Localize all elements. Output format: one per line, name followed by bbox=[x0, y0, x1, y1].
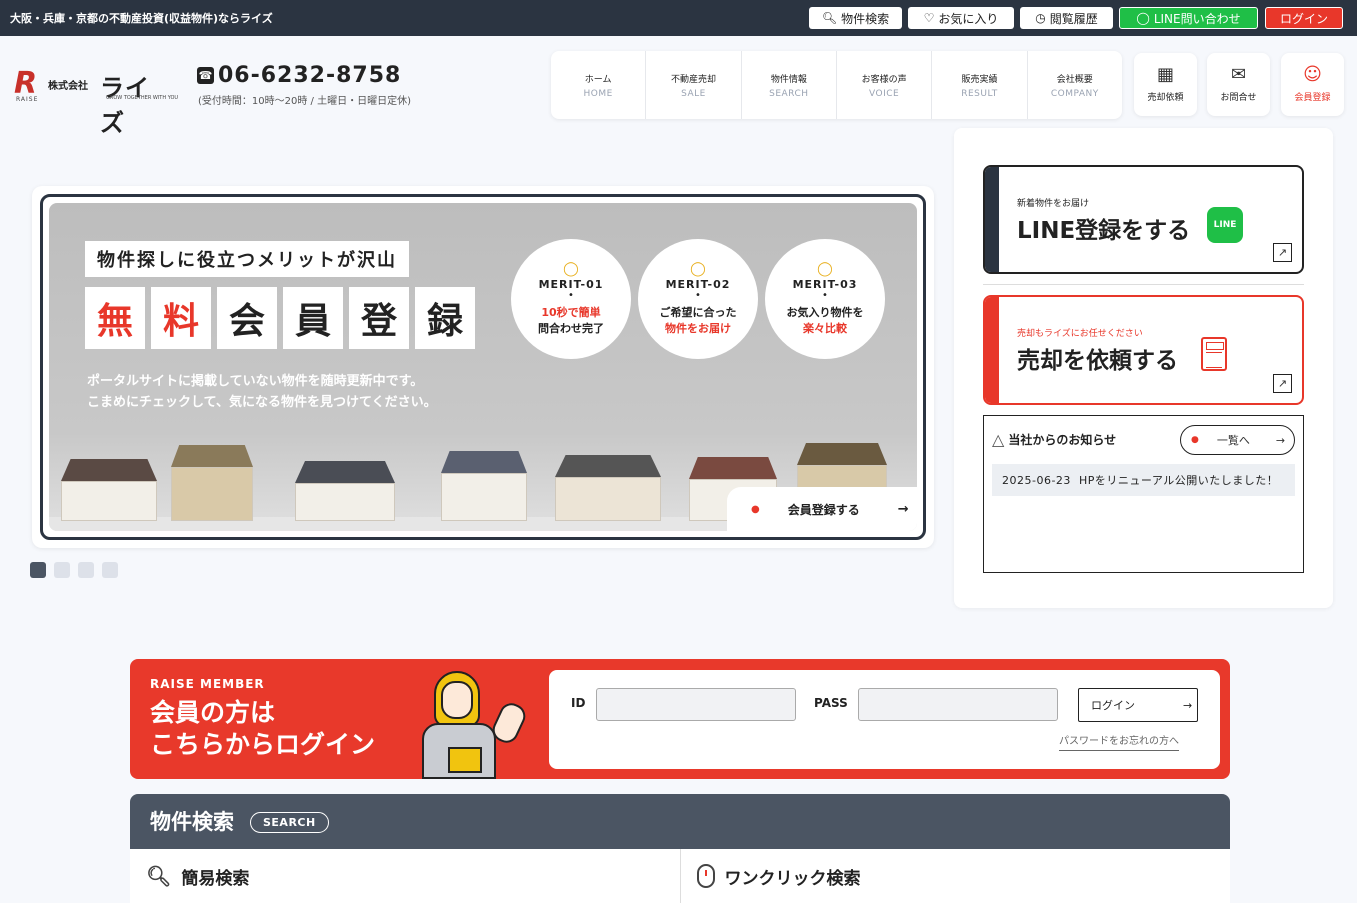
contact-button[interactable]: ✉ お問合せ bbox=[1207, 53, 1270, 116]
nav-home[interactable]: ホーム HOME bbox=[551, 51, 647, 119]
arrow-right-icon: → bbox=[897, 501, 909, 517]
hero-tile: 会 bbox=[217, 287, 277, 349]
phone-number[interactable]: ☎ 06-6232-8758 bbox=[197, 63, 401, 88]
slide-dot[interactable] bbox=[102, 562, 118, 578]
nav-result[interactable]: 販売実績 RESULT bbox=[932, 51, 1028, 119]
lightbulb-icon: ◯ bbox=[817, 261, 833, 277]
member-headline: 会員の方は こちらからログイン bbox=[150, 698, 376, 759]
sell-request-button[interactable]: ▦ 売却依頼 bbox=[1134, 53, 1197, 116]
nav-sale[interactable]: 不動産売却 SALE bbox=[646, 51, 742, 119]
member-login-button[interactable]: ログイン → bbox=[1078, 688, 1198, 722]
nav-company[interactable]: 会社概要 COMPANY bbox=[1028, 51, 1122, 119]
forgot-password-link[interactable]: パスワードをお忘れの方へ bbox=[1059, 732, 1179, 751]
hero-banner[interactable]: 物件探しに役立つメリットが沢山 無 料 会 員 登 録 ポータルサイトに掲載して… bbox=[49, 203, 917, 531]
favorites-button[interactable]: ♡ お気に入り bbox=[908, 7, 1014, 29]
login-form: ID PASS ログイン → パスワードをお忘れの方へ bbox=[549, 670, 1220, 769]
arrow-right-icon: → bbox=[1275, 433, 1286, 447]
news-item[interactable]: 2025-06-23 HPをリニューアル公開いたしました！ bbox=[992, 464, 1295, 496]
staff-illustration bbox=[414, 665, 530, 779]
logo-name: ライズ bbox=[100, 74, 150, 137]
news-date: 2025-06-23 bbox=[1002, 473, 1071, 487]
simple-search-tab[interactable]: 🔍︎ 簡易検索 bbox=[130, 849, 681, 903]
user-icon: ☺ bbox=[1303, 64, 1322, 85]
line-register-cta[interactable]: 新着物件をお届け LINE登録をする LINE ↗ bbox=[983, 165, 1304, 274]
business-hours: (受付時間：10時〜20時 / 土曜日・日曜日定休) bbox=[198, 96, 411, 107]
slide-dot[interactable] bbox=[54, 562, 70, 578]
clock-icon: ◷ bbox=[1035, 11, 1046, 25]
arrow-right-icon: → bbox=[1183, 698, 1193, 712]
search-tabs: 🔍︎ 簡易検索 ワンクリック検索 bbox=[130, 849, 1230, 903]
news-text: HPをリニューアル公開いたしました！ bbox=[1078, 474, 1279, 487]
member-kicker: RAISE MEMBER bbox=[150, 677, 265, 691]
slide-dot[interactable] bbox=[30, 562, 46, 578]
property-search-button[interactable]: 🔍︎ 物件検索 bbox=[809, 7, 902, 29]
slider-pagination bbox=[30, 562, 118, 578]
hero-title: 物件探しに役立つメリットが沢山 bbox=[85, 241, 409, 277]
mouse-icon bbox=[696, 864, 715, 888]
search-title: 物件検索 bbox=[150, 810, 234, 834]
slide-dot[interactable] bbox=[78, 562, 94, 578]
logo-corp: 株式会社 bbox=[48, 81, 88, 92]
member-login-band: RAISE MEMBER 会員の方は こちらからログイン ID PASS ログイ… bbox=[130, 659, 1230, 779]
member-register-button[interactable]: ☺ 会員登録 bbox=[1281, 53, 1344, 116]
site-logo[interactable]: R RAISE 株式会社 ライズ GROW TOGETHER WITH YOU bbox=[14, 66, 178, 137]
hero-tile: 員 bbox=[283, 287, 343, 349]
nav-voice[interactable]: お客様の声 VOICE bbox=[837, 51, 933, 119]
site-tagline: 大阪・兵庫・京都の不動産投資(収益物件)ならライズ bbox=[10, 12, 273, 25]
news-all-button[interactable]: ● 一覧へ → bbox=[1180, 425, 1295, 455]
search-icon: 🔍︎ bbox=[821, 11, 838, 25]
external-link-icon: ↗ bbox=[1273, 374, 1292, 393]
oneclick-search-tab[interactable]: ワンクリック検索 bbox=[681, 849, 1231, 903]
line-inquiry-button[interactable]: ◯ LINE問い合わせ bbox=[1119, 7, 1258, 29]
bell-icon: △ bbox=[992, 430, 1005, 449]
merit-circle: ◯ MERIT-02 • ご希望に合った 物件をお届け bbox=[638, 239, 758, 359]
hero-tile: 無 bbox=[85, 287, 145, 349]
chat-icon: ◯ bbox=[1136, 11, 1150, 25]
history-button[interactable]: ◷ 閲覧履歴 bbox=[1020, 7, 1113, 29]
pass-label: PASS bbox=[814, 696, 848, 710]
external-link-icon: ↗ bbox=[1273, 243, 1292, 262]
hero-tile: 録 bbox=[415, 287, 475, 349]
side-panel: 新着物件をお届け LINE登録をする LINE ↗ 売却もライズにお任せください… bbox=[954, 128, 1333, 608]
logo-slogan: GROW TOGETHER WITH YOU bbox=[106, 95, 179, 101]
mail-icon: ✉ bbox=[1230, 64, 1247, 85]
password-input[interactable] bbox=[858, 688, 1058, 721]
hero-tile: 登 bbox=[349, 287, 409, 349]
sell-request-cta[interactable]: 売却もライズにお任せください 売却を依頼する ↗ bbox=[983, 295, 1304, 405]
id-label: ID bbox=[571, 696, 586, 710]
logo-sub: RAISE bbox=[16, 96, 39, 103]
top-bar: 大阪・兵庫・京都の不動産投資(収益物件)ならライズ 🔍︎ 物件検索 ♡ お気に入… bbox=[0, 0, 1357, 36]
search-section-header: 物件検索 SEARCH bbox=[130, 794, 1230, 849]
search-pill: SEARCH bbox=[250, 812, 329, 833]
search-icon: 🔍︎ bbox=[146, 864, 172, 888]
nav-search[interactable]: 物件情報 SEARCH bbox=[742, 51, 837, 119]
merit-circle: ◯ MERIT-01 • 10秒で簡単 問合わせ完了 bbox=[511, 239, 631, 359]
line-logo-icon: LINE bbox=[1207, 207, 1243, 243]
news-box: △ 当社からのお知らせ ● 一覧へ → 2025-06-23 HPをリニューアル… bbox=[983, 415, 1304, 573]
hero-frame: 物件探しに役立つメリットが沢山 無 料 会 員 登 録 ポータルサイトに掲載して… bbox=[40, 194, 926, 540]
calculator-icon bbox=[1201, 337, 1227, 371]
login-button[interactable]: ログイン bbox=[1265, 7, 1343, 29]
free-registration-tiles: 無 料 会 員 登 録 bbox=[85, 287, 475, 349]
id-input[interactable] bbox=[596, 688, 796, 721]
lightbulb-icon: ◯ bbox=[690, 261, 706, 277]
hero-register-button[interactable]: ● 会員登録する → bbox=[727, 487, 917, 531]
hero-slider: 物件探しに役立つメリットが沢山 無 料 会 員 登 録 ポータルサイトに掲載して… bbox=[32, 186, 934, 548]
news-heading: △ 当社からのお知らせ bbox=[992, 430, 1117, 449]
calculator-icon: ▦ bbox=[1156, 64, 1174, 85]
hero-tile: 料 bbox=[151, 287, 211, 349]
phone-icon: ☎ bbox=[197, 67, 214, 84]
lightbulb-icon: ◯ bbox=[563, 261, 579, 277]
main-nav: ホーム HOME 不動産売却 SALE 物件情報 SEARCH お客様の声 VOICE … bbox=[551, 51, 1122, 119]
heart-icon: ♡ bbox=[923, 11, 935, 25]
merit-circle: ◯ MERIT-03 • お気入り物件を 楽々比較 bbox=[765, 239, 885, 359]
hero-description: ポータルサイトに掲載していない物件を随時更新中です。 こまめにチェックして、気に… bbox=[87, 374, 437, 410]
